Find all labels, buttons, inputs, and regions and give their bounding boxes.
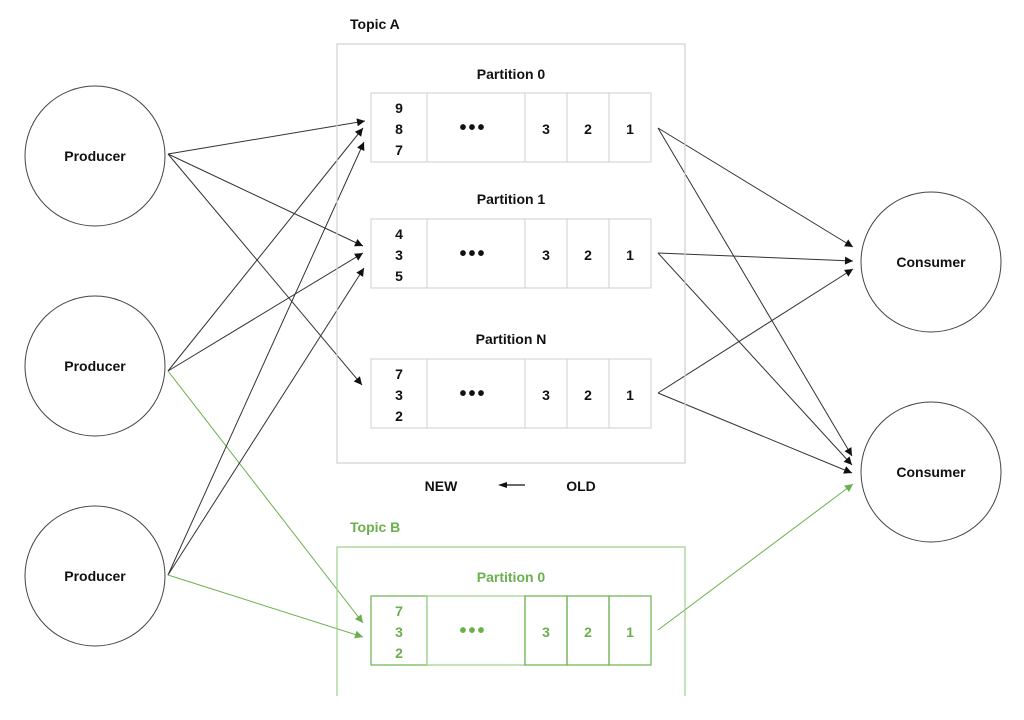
order-legend: NEW OLD	[425, 478, 596, 494]
message-offset: 1	[626, 247, 634, 263]
edge-topic-a-partition-0-to-consumer-1	[657, 127, 853, 457]
topic-a-partition-1[interactable]: Partition 1 4 3 5 ••• 3 2 1	[370, 191, 652, 289]
edge-topic-a-partition-n-to-consumer-0	[657, 268, 854, 394]
partition-title: Partition N	[476, 331, 547, 347]
message-offset: 3	[542, 121, 550, 137]
left-arrow-icon	[498, 482, 525, 488]
edge-topic-b-partition-0-to-consumer-1	[657, 483, 854, 631]
edge-producer-2-to-topic-a-partition-0	[167, 141, 365, 576]
topic-a-partition-0[interactable]: Partition 0 9 8 7 ••• 3 2 1	[370, 66, 652, 163]
edge-producer-2-to-topic-b-partition-0	[167, 574, 364, 639]
partition-title: Partition 1	[477, 191, 546, 207]
message-offset: 8	[395, 121, 403, 137]
consumer-label: Consumer	[896, 254, 966, 270]
topic-b: Topic B Partition 0 7 3 2 ••• 3 2 1	[336, 519, 686, 696]
ellipsis-icon: •••	[459, 117, 486, 139]
producer-node[interactable]: Producer	[24, 85, 166, 227]
message-offset: 3	[395, 387, 403, 403]
edge-producer-1-to-topic-b-partition-0	[167, 370, 364, 624]
consumer-node[interactable]: Consumer	[860, 401, 1002, 543]
message-offset: 2	[584, 387, 592, 403]
topic-b-title: Topic B	[350, 519, 400, 535]
producer-node[interactable]: Producer	[24, 295, 166, 437]
edge-topic-a-partition-1-to-consumer-0	[657, 252, 854, 265]
ellipsis-icon: •••	[459, 243, 486, 265]
producer-label: Producer	[64, 358, 126, 374]
message-offset: 7	[395, 366, 403, 382]
message-offset: 3	[542, 247, 550, 263]
ellipsis-icon: •••	[459, 620, 486, 642]
message-offset: 7	[395, 142, 403, 158]
new-label: NEW	[425, 478, 458, 494]
edge-producer-2-to-topic-a-partition-1	[167, 267, 365, 576]
ellipsis-icon: •••	[459, 383, 486, 405]
consumer-node[interactable]: Consumer	[860, 191, 1002, 333]
edge-producer-0-to-topic-a-partition-1	[167, 153, 364, 247]
message-offset: 5	[395, 268, 403, 284]
producer-node[interactable]: Producer	[24, 505, 166, 647]
message-offset: 3	[542, 624, 550, 640]
message-offset: 3	[395, 247, 403, 263]
message-offset: 1	[626, 121, 634, 137]
edge-producer-1-to-topic-a-partition-0	[167, 127, 364, 372]
message-offset: 3	[395, 624, 403, 640]
consumer-label: Consumer	[896, 464, 966, 480]
message-offset: 2	[395, 408, 403, 424]
message-offset: 1	[626, 387, 634, 403]
partition-title: Partition 0	[477, 66, 546, 82]
edge-producer-0-to-topic-a-partition-n	[167, 153, 363, 386]
edge-topic-a-partition-0-to-consumer-0	[657, 127, 854, 248]
message-offset: 7	[395, 603, 403, 619]
message-offset: 2	[395, 645, 403, 661]
producer-label: Producer	[64, 148, 126, 164]
partition-log: 7 3 2 ••• 3 2 1	[370, 595, 652, 666]
message-offset: 2	[584, 247, 592, 263]
message-offset: 3	[542, 387, 550, 403]
topic-a: Topic A Partition 0 9 8 7 ••• 3 2 1 Part…	[336, 16, 686, 464]
topic-a-partition-n[interactable]: Partition N 7 3 2 ••• 3 2 1	[370, 331, 652, 429]
producer-label: Producer	[64, 568, 126, 584]
kafka-topic-diagram: Producer Producer Producer Consumer Cons…	[24, 16, 1002, 696]
message-offset: 1	[626, 624, 634, 640]
topic-b-partition-0[interactable]: Partition 0 7 3 2 ••• 3 2 1	[370, 569, 652, 666]
partition-log: 4 3 5 ••• 3 2 1	[370, 218, 652, 289]
partition-log: 9 8 7 ••• 3 2 1	[370, 92, 652, 163]
message-offset: 9	[395, 100, 403, 116]
partition-title: Partition 0	[477, 569, 546, 585]
message-offset: 2	[584, 121, 592, 137]
edge-producer-0-to-topic-a-partition-0	[167, 118, 366, 155]
message-offset: 2	[584, 624, 592, 640]
topic-a-title: Topic A	[350, 16, 400, 32]
partition-log: 7 3 2 ••• 3 2 1	[370, 358, 652, 429]
message-offset: 4	[395, 226, 403, 242]
old-label: OLD	[566, 478, 596, 494]
